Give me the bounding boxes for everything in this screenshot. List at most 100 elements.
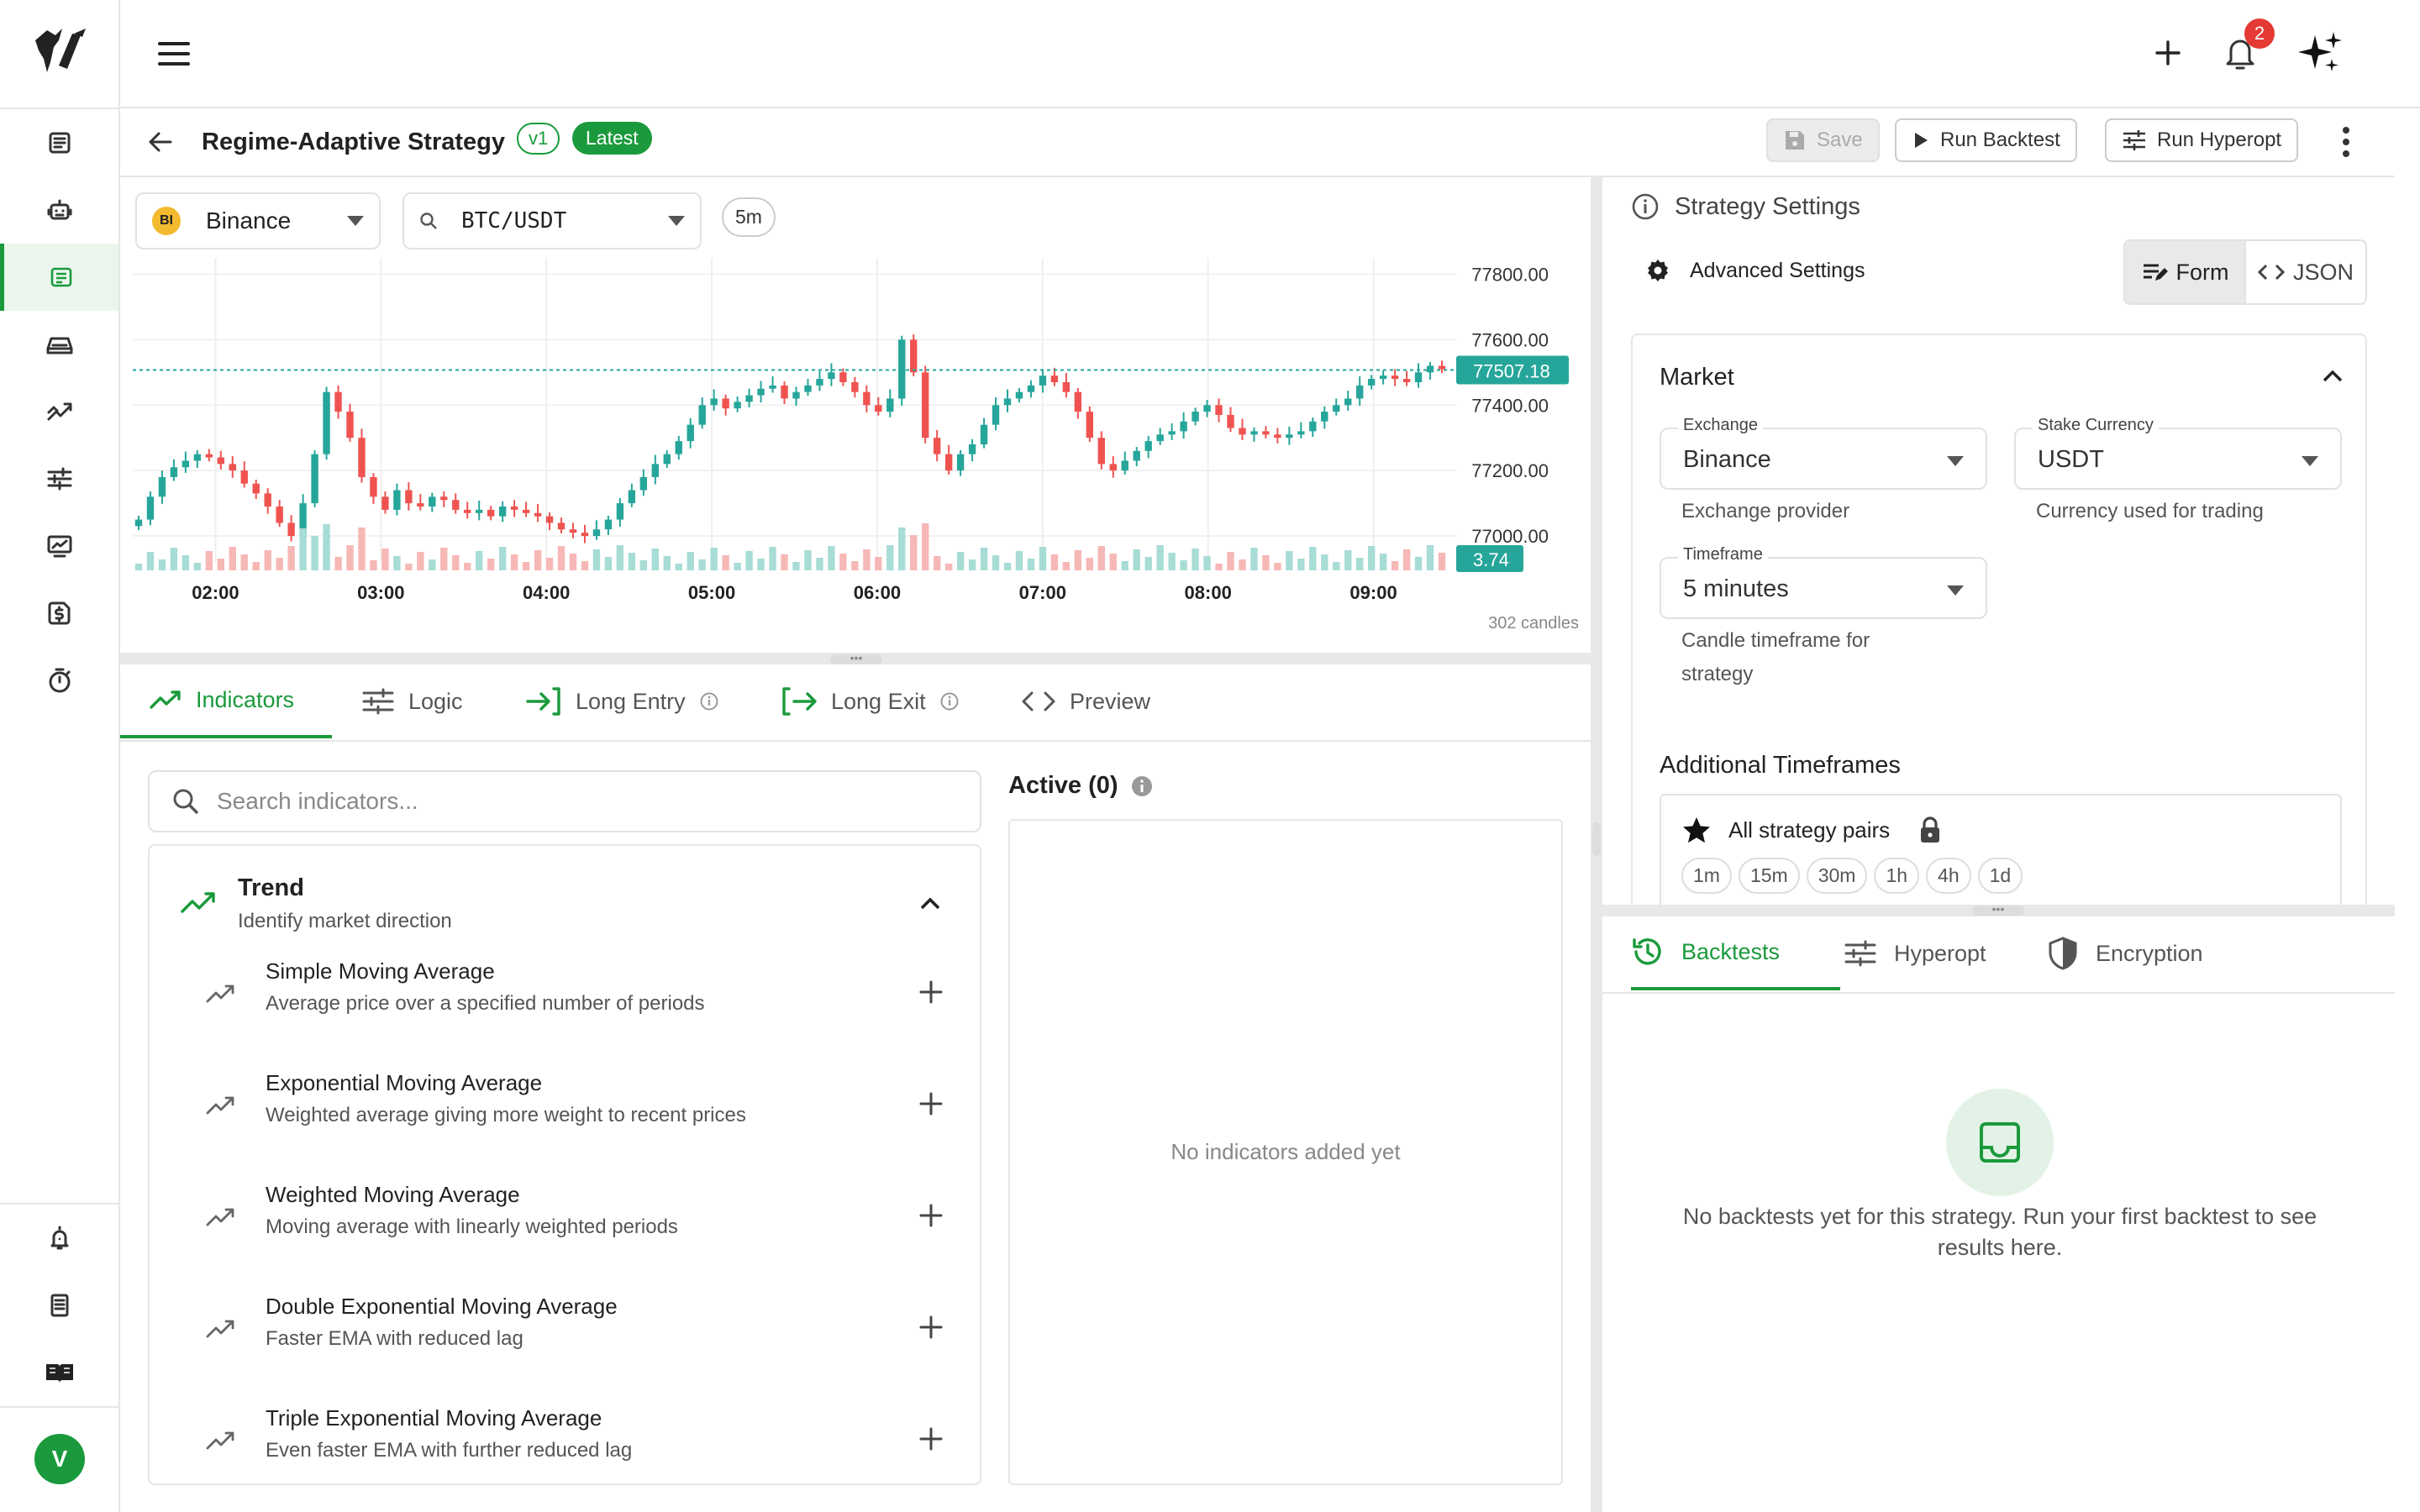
no-backtests-text: No backtests yet for this strategy. Run … (1682, 1204, 2317, 1260)
add-indicator-icon[interactable] (919, 1092, 943, 1116)
stake-currency-field[interactable]: Stake Currency USDT (2014, 416, 2342, 490)
x-tick-label: 08:00 (1185, 582, 1232, 603)
save-button[interactable]: Save (1766, 118, 1880, 162)
sparkle-ai-icon[interactable] (2296, 30, 2344, 77)
sidebar-item-exchanges[interactable] (0, 311, 118, 378)
indicator-name: Triple Exponential Moving Average (266, 1405, 602, 1431)
candle-body (405, 490, 413, 504)
candle-body (487, 509, 495, 517)
tab-logic[interactable]: Logic (361, 664, 463, 738)
candle-body (1109, 464, 1117, 471)
lock-icon (1918, 816, 1942, 844)
group-trend[interactable]: Trend Identify market direction (150, 846, 980, 938)
bell-icon (47, 1226, 72, 1251)
strategy-header: Regime-Adaptive Strategy v1 Latest Save … (120, 108, 2395, 177)
volume-bar (1097, 546, 1105, 570)
back-arrow-icon[interactable] (145, 127, 176, 157)
add-indicator-icon[interactable] (919, 980, 943, 1004)
candle-body (1144, 441, 1152, 451)
additional-timeframes-box: All strategy pairs 1m 15m 30m 1h 4h 1d (1660, 794, 2342, 905)
candle-body (628, 490, 636, 504)
pair-select[interactable]: BTC/USDT (402, 192, 702, 249)
candle-body (1391, 375, 1399, 380)
right-resize-handle[interactable]: ••• (1602, 903, 2395, 916)
add-icon[interactable] (2152, 37, 2184, 69)
candle-body (992, 405, 1000, 425)
search-indicators-input[interactable]: Search indicators... (148, 770, 981, 832)
indicator-item[interactable]: Weighted Moving Average Moving average wi… (150, 1172, 980, 1284)
tab-long-exit[interactable]: Long Exit (781, 664, 960, 738)
menu-icon[interactable] (157, 39, 191, 69)
avatar[interactable]: V (34, 1434, 85, 1484)
volume-bar (1344, 550, 1352, 570)
volume-bar (358, 528, 366, 570)
vertical-resize-handle[interactable] (1591, 177, 1602, 1512)
sidebar-item-hyperopt[interactable] (0, 445, 118, 512)
indicator-item[interactable]: Exponential Moving Average Weighted avera… (150, 1060, 980, 1173)
run-backtest-button[interactable]: Run Backtest (1895, 118, 2077, 162)
candle-body (722, 398, 729, 409)
candle-body (569, 529, 577, 533)
add-indicator-icon[interactable] (919, 1315, 943, 1339)
sidebar-item-timer[interactable] (0, 647, 118, 714)
horse-logo[interactable] (30, 25, 89, 76)
advanced-settings-button[interactable]: Advanced Settings (1644, 257, 1865, 284)
sidebar-item-strategies[interactable] (0, 244, 118, 311)
indicator-item[interactable]: Simple Moving Average Average price over … (150, 948, 980, 1061)
candle-body (217, 457, 224, 465)
volume-bar (792, 562, 800, 570)
timeframe-chip-1m[interactable]: 1m (1681, 858, 1732, 894)
sidebar-item-monitor[interactable] (0, 512, 118, 580)
sidebar-item-guide[interactable] (0, 1339, 118, 1406)
sidebar-item-notifications[interactable] (0, 1205, 118, 1272)
more-vert-icon[interactable] (2342, 125, 2350, 159)
timeframe-chip-1h[interactable]: 1h (1874, 858, 1920, 894)
volume-bar (968, 559, 976, 570)
indicator-item[interactable]: Double Exponential Moving Average Faster … (150, 1284, 980, 1396)
chevron-up-icon[interactable] (2322, 369, 2344, 384)
volume-bar (1192, 549, 1199, 570)
candlestick-chart[interactable]: 02:00 03:00 04:00 05:00 06:00 07:00 08:00 09:00… (120, 258, 1591, 627)
tab-encryption[interactable]: Encryption (2047, 916, 2203, 990)
timeframe-field[interactable]: Timeframe 5 minutes (1660, 545, 1987, 619)
tab-backtests[interactable]: Backtests (1631, 916, 1840, 990)
tab-preview[interactable]: Preview (1021, 664, 1150, 738)
candle-body (1074, 391, 1082, 412)
candle-count: 302 candles (1488, 614, 1579, 633)
sidebar-item-dashboard[interactable] (0, 109, 118, 176)
sidebar-item-pricing[interactable] (0, 580, 118, 647)
indicator-item[interactable]: Triple Exponential Moving Average Even fa… (150, 1395, 980, 1483)
candle-body (510, 507, 518, 510)
volume-bar (323, 524, 330, 570)
timeframe-chip-15m[interactable]: 15m (1738, 858, 1800, 894)
add-indicator-icon[interactable] (919, 1427, 943, 1451)
x-tick-label: 03:00 (357, 582, 404, 603)
candle-body (933, 438, 941, 454)
json-toggle-button[interactable]: JSON (2244, 241, 2365, 303)
sidebar-item-analytics[interactable] (0, 378, 118, 445)
exchange-field[interactable]: Exchange Binance (1660, 416, 1987, 490)
tab-indicators[interactable]: Indicators (120, 664, 332, 738)
add-indicator-icon[interactable] (919, 1204, 943, 1227)
run-hyperopt-button[interactable]: Run Hyperopt (2105, 118, 2299, 162)
sidebar-item-bots[interactable] (0, 176, 118, 244)
tab-long-entry[interactable]: Long Entry (525, 664, 719, 738)
timeframe-chip-30m[interactable]: 30m (1806, 858, 1868, 894)
indicator-list: Trend Identify market direction Simple M… (148, 844, 981, 1485)
chevron-up-icon[interactable] (919, 896, 941, 911)
timeframe-chip[interactable]: 5m (722, 197, 776, 237)
timeframe-chip-1d[interactable]: 1d (1977, 858, 2023, 894)
candle-body (134, 519, 143, 527)
panel-resize-handle[interactable]: ••• (120, 652, 1591, 664)
volume-bar (1027, 559, 1035, 570)
form-toggle-button[interactable]: Form (2125, 241, 2244, 303)
tab-hyperopt[interactable]: Hyperopt (1844, 916, 1986, 990)
candle-body (1297, 431, 1305, 435)
timeframe-chip-4h[interactable]: 4h (1926, 858, 1971, 894)
sidebar-item-docs[interactable] (0, 1272, 118, 1339)
volume-bar (1039, 547, 1047, 570)
strategy-icon (49, 265, 74, 290)
candle-body (769, 385, 776, 389)
exchange-select[interactable]: BI Binance (135, 192, 381, 249)
candle-body (358, 438, 366, 477)
